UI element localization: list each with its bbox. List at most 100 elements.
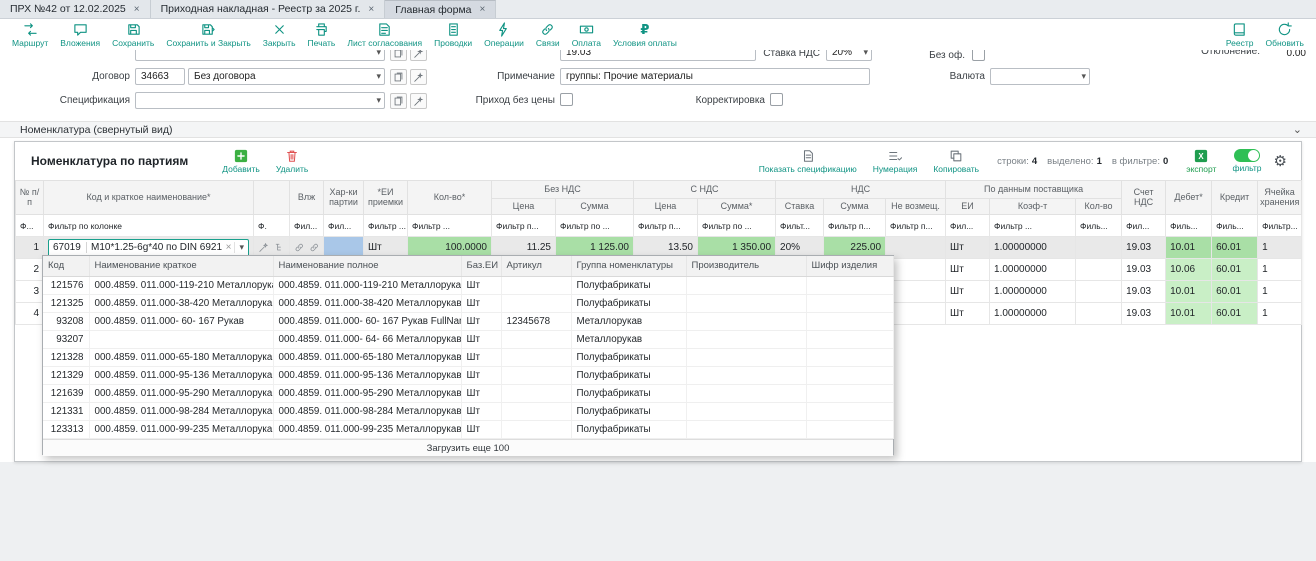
- col-header-ei-priem[interactable]: *ЕИ приемки: [364, 181, 408, 215]
- credit-cell[interactable]: 60.01: [1212, 237, 1258, 259]
- storage-cell[interactable]: 1: [1258, 259, 1302, 281]
- currency-combo[interactable]: ▾: [990, 68, 1090, 85]
- filter-cell[interactable]: Фильтр по ...: [556, 215, 634, 237]
- sup-qty-cell[interactable]: [1076, 259, 1122, 281]
- col-header-price[interactable]: Цена: [492, 199, 556, 215]
- filter-cell[interactable]: Фил...: [290, 215, 324, 237]
- filter-cell[interactable]: Фил...: [324, 215, 364, 237]
- storage-cell[interactable]: 1: [1258, 237, 1302, 259]
- sup-ei-cell[interactable]: Шт: [946, 259, 990, 281]
- filter-cell[interactable]: Филь...: [1166, 215, 1212, 237]
- col-header-vat-account[interactable]: Счет НДС: [1122, 181, 1166, 215]
- no-price-checkbox[interactable]: [560, 93, 573, 106]
- approval-sheet-button[interactable]: Лист согласования: [341, 20, 428, 50]
- koef-cell[interactable]: 1.00000000: [990, 303, 1076, 325]
- save-close-button[interactable]: Сохранить и Закрыть: [160, 20, 256, 50]
- koef-cell[interactable]: 1.00000000: [990, 259, 1076, 281]
- filter-cell[interactable]: Филь...: [1076, 215, 1122, 237]
- magic-wand-button[interactable]: [410, 93, 427, 109]
- filter-toggle[interactable]: фильтр: [1224, 148, 1269, 174]
- postings-button[interactable]: Проводки: [428, 20, 478, 50]
- save-button[interactable]: Сохранить: [106, 20, 160, 50]
- filter-cell[interactable]: Фильтр ...: [364, 215, 408, 237]
- credit-cell[interactable]: 60.01: [1212, 259, 1258, 281]
- vat-account-cell[interactable]: 19.03: [1122, 259, 1166, 281]
- filter-cell[interactable]: Фильт...: [776, 215, 824, 237]
- debit-cell[interactable]: 10.01: [1166, 303, 1212, 325]
- dropdown-row[interactable]: 121639 000.4859. 011.000-95-290 Металлор…: [43, 384, 893, 402]
- filter-cell[interactable]: Ф...: [16, 215, 44, 237]
- payment-terms-button[interactable]: ₽Условия оплаты: [607, 20, 683, 50]
- sup-qty-cell[interactable]: [1076, 303, 1122, 325]
- sup-ei-cell[interactable]: Шт: [946, 303, 990, 325]
- filter-cell[interactable]: Ф.: [254, 215, 290, 237]
- numbering-button[interactable]: Нумерация: [865, 148, 926, 175]
- col-header-code[interactable]: Код и краткое наименование*: [44, 181, 254, 215]
- col-header-sum[interactable]: Сумма: [556, 199, 634, 215]
- contract-combo[interactable]: Без договора▾: [188, 68, 385, 85]
- delete-row-button[interactable]: Удалить: [268, 148, 316, 175]
- col-header-flag[interactable]: [254, 181, 290, 215]
- registry-button[interactable]: Реестр: [1220, 20, 1260, 50]
- col-header-vat-sum[interactable]: Сумма: [824, 199, 886, 215]
- load-more-button[interactable]: Загрузить еще 100: [43, 439, 893, 456]
- vat-account-cell[interactable]: 19.03: [1122, 237, 1166, 259]
- close-icon[interactable]: ×: [134, 4, 140, 15]
- col-header-batch-props[interactable]: Хар-ки партии: [324, 181, 364, 215]
- col-header-sup-ei[interactable]: ЕИ: [946, 199, 990, 215]
- non-refund-cell[interactable]: [886, 237, 946, 259]
- show-specification-button[interactable]: Показать спецификацию: [751, 148, 865, 175]
- filter-cell[interactable]: Фил...: [946, 215, 990, 237]
- dropdown-row[interactable]: 93208 000.4859. 011.000- 60- 167 Рукав 0…: [43, 312, 893, 330]
- dropdown-row[interactable]: 123313 000.4859. 011.000-99-235 Металлор…: [43, 420, 893, 438]
- col-header-rate[interactable]: Ставка: [776, 199, 824, 215]
- toggle-on-icon[interactable]: [1234, 149, 1260, 162]
- filter-cell[interactable]: Фильтр п...: [886, 215, 946, 237]
- storage-cell[interactable]: 1: [1258, 303, 1302, 325]
- col-header-qty[interactable]: Кол-во*: [408, 181, 492, 215]
- non-refund-cell[interactable]: [886, 281, 946, 303]
- col-header-debit[interactable]: Дебет*: [1166, 181, 1212, 215]
- col-header-price-vat[interactable]: Цена: [634, 199, 698, 215]
- vat-account-cell[interactable]: 19.03: [1122, 281, 1166, 303]
- open-card-button[interactable]: [390, 69, 407, 85]
- links-button[interactable]: Связи: [530, 20, 566, 50]
- col-header-num[interactable]: № п/п: [16, 181, 44, 215]
- filter-cell[interactable]: Фильтр п...: [492, 215, 556, 237]
- correction-checkbox[interactable]: [770, 93, 783, 106]
- filter-cell[interactable]: Фильтр п...: [634, 215, 698, 237]
- clear-icon[interactable]: ×: [223, 242, 235, 253]
- dropdown-row[interactable]: 121331 000.4859. 011.000-98-284 Металлор…: [43, 402, 893, 420]
- refresh-button[interactable]: Обновить: [1260, 20, 1311, 50]
- tab-registry[interactable]: Приходная накладная - Реестр за 2025 г.×: [151, 0, 386, 18]
- magic-wand-button[interactable]: [410, 69, 427, 85]
- debit-cell[interactable]: 10.01: [1166, 281, 1212, 303]
- payment-button[interactable]: Оплата: [566, 20, 607, 50]
- col-header-sum-vat[interactable]: Сумма*: [698, 199, 776, 215]
- debit-cell[interactable]: 10.01: [1166, 237, 1212, 259]
- chevron-down-icon[interactable]: ▾: [234, 242, 248, 253]
- gear-icon[interactable]: ⚙: [1270, 152, 1291, 170]
- excel-export-button[interactable]: Xэкспорт: [1178, 148, 1224, 175]
- operations-button[interactable]: Операции: [478, 20, 530, 50]
- col-header-sup-qty[interactable]: Кол-во: [1076, 199, 1122, 215]
- nomenclature-collapsed-section[interactable]: Номенклатура (свернутый вид) ⌄: [0, 121, 1316, 138]
- dropdown-row[interactable]: 121329 000.4859. 011.000-95-136 Металлор…: [43, 366, 893, 384]
- filter-cell[interactable]: Фильтр по колонке: [44, 215, 254, 237]
- koef-cell[interactable]: 1.00000000: [990, 281, 1076, 303]
- vat-account-cell[interactable]: 19.03: [1122, 303, 1166, 325]
- dropdown-row[interactable]: 93207 000.4859. 011.000- 64- 66 Металлор…: [43, 330, 893, 348]
- filter-cell[interactable]: Фильтр п...: [824, 215, 886, 237]
- dropdown-row[interactable]: 121576 000.4859. 011.000-119-210 Металло…: [43, 276, 893, 294]
- sup-qty-cell[interactable]: [1076, 237, 1122, 259]
- col-header-non-refund[interactable]: Не возмещ.: [886, 199, 946, 215]
- print-button[interactable]: Печать: [302, 20, 342, 50]
- nomenclature-combo-editor[interactable]: 67019 M10*1.25-6g*40 по DIN 6921 × ▾: [48, 239, 249, 257]
- chevron-down-icon[interactable]: ⌄: [1293, 123, 1302, 136]
- filter-cell[interactable]: Фил...: [1122, 215, 1166, 237]
- sup-ei-cell[interactable]: Шт: [946, 237, 990, 259]
- dropdown-row[interactable]: 121325 000.4859. 011.000-38-420 Металлор…: [43, 294, 893, 312]
- credit-cell[interactable]: 60.01: [1212, 281, 1258, 303]
- storage-cell[interactable]: 1: [1258, 281, 1302, 303]
- credit-cell[interactable]: 60.01: [1212, 303, 1258, 325]
